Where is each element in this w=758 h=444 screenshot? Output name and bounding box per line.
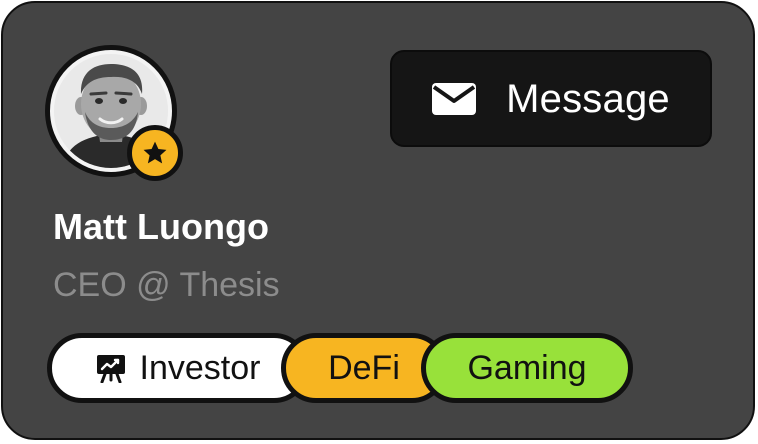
- avatar-container: [45, 45, 183, 181]
- envelope-icon: [432, 82, 477, 115]
- message-button[interactable]: Message: [390, 50, 712, 147]
- profile-subtitle: CEO @ Thesis: [53, 266, 280, 304]
- profile-name: Matt Luongo: [53, 206, 269, 247]
- star-icon: [143, 141, 167, 164]
- tag-investor[interactable]: Investor: [47, 333, 309, 403]
- profile-card: Message Matt Luongo CEO @ Thesis Investo…: [1, 1, 755, 440]
- star-badge: [127, 125, 183, 181]
- tag-defi-label: DeFi: [328, 349, 400, 387]
- presentation-chart-icon: [96, 355, 125, 383]
- tag-gaming[interactable]: Gaming: [421, 333, 633, 403]
- message-button-label: Message: [506, 76, 670, 121]
- tag-investor-label: Investor: [139, 349, 261, 387]
- tag-gaming-label: Gaming: [467, 349, 587, 387]
